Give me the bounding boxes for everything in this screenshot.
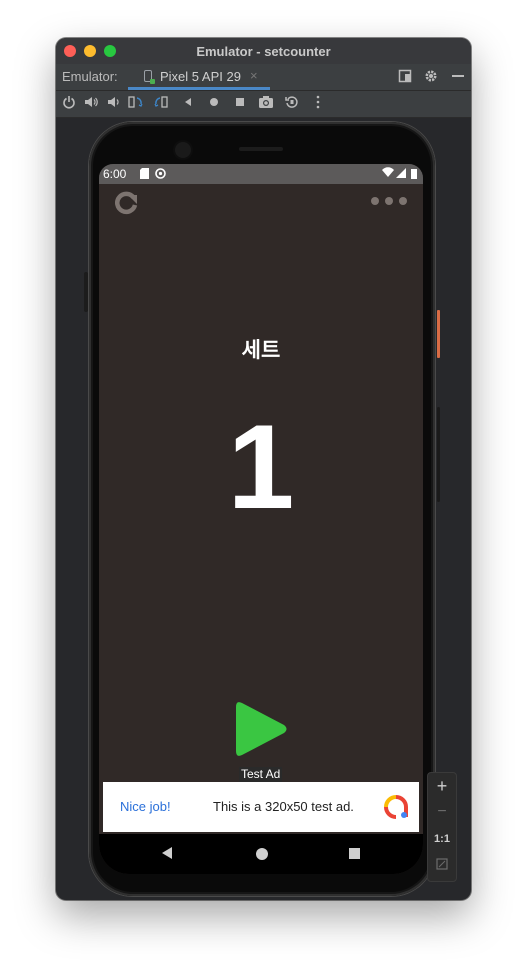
- more-dot-icon: [371, 197, 379, 205]
- window-mode-icon[interactable]: [398, 69, 412, 86]
- zoom-fit-icon[interactable]: [428, 857, 456, 875]
- zoom-in-button[interactable]: +: [428, 776, 456, 797]
- tab-bar: Emulator: Pixel 5 API 29 ×: [56, 64, 471, 91]
- volume-up-icon[interactable]: [82, 95, 100, 113]
- admob-logo-icon: [384, 795, 408, 819]
- hide-panel-icon[interactable]: [451, 69, 465, 86]
- side-rocker: [437, 407, 440, 502]
- earpiece-speaker: [239, 147, 283, 151]
- sync-icon: [155, 168, 166, 179]
- set-count[interactable]: 1: [99, 402, 423, 532]
- nav-recents-icon[interactable]: [349, 848, 360, 859]
- sd-card-icon: [139, 168, 149, 179]
- ad-cta[interactable]: Nice job!: [120, 799, 171, 814]
- emulator-label: Emulator:: [62, 69, 118, 84]
- refresh-icon: [115, 191, 138, 215]
- device-icon: [144, 70, 155, 84]
- overview-icon[interactable]: [231, 95, 249, 113]
- emulator-toolbar: [56, 91, 471, 118]
- emulator-window: Emulator - setcounter Emulator: Pixel 5 …: [56, 38, 471, 900]
- test-ad-tag: Test Ad: [239, 767, 283, 782]
- status-right-icons: [381, 167, 419, 182]
- title-bar: Emulator - setcounter: [56, 38, 471, 65]
- tab-label: Pixel 5 API 29: [160, 69, 241, 84]
- front-camera: [175, 142, 191, 158]
- phone-screen: 6:00 세트 1 Nice job! This is a 320x50 tes…: [99, 164, 423, 874]
- play-button[interactable]: [234, 699, 290, 759]
- back-icon[interactable]: [179, 95, 197, 113]
- zoom-controls: + − 1:1: [427, 772, 457, 882]
- more-icon[interactable]: [309, 95, 327, 113]
- power-icon[interactable]: [60, 95, 78, 113]
- status-bar: 6:00: [99, 164, 423, 184]
- nav-back-icon[interactable]: [161, 846, 173, 865]
- phone-frame: 6:00 세트 1 Nice job! This is a 320x50 tes…: [84, 122, 440, 896]
- more-dot-icon: [399, 197, 407, 205]
- navigation-bar: [99, 834, 423, 874]
- zoom-out-button[interactable]: −: [428, 803, 456, 821]
- screenshot-icon[interactable]: [257, 95, 275, 113]
- more-dot-icon: [385, 197, 393, 205]
- more-menu-button[interactable]: [371, 195, 409, 207]
- home-icon[interactable]: [205, 95, 223, 113]
- ad-banner[interactable]: Nice job! This is a 320x50 test ad.: [103, 782, 419, 832]
- tab-active-indicator: [128, 87, 270, 90]
- refresh-button[interactable]: [113, 189, 141, 217]
- ad-text: This is a 320x50 test ad.: [213, 799, 354, 814]
- rotate-right-icon[interactable]: [152, 95, 170, 113]
- status-time: 6:00: [103, 167, 127, 181]
- set-label: 세트: [241, 339, 281, 362]
- snapshot-icon[interactable]: [283, 95, 301, 113]
- ad-area: Nice job! This is a 320x50 test ad. Test…: [99, 767, 423, 832]
- rotate-left-icon[interactable]: [127, 95, 145, 113]
- tab-close-icon[interactable]: ×: [250, 68, 258, 83]
- volume-rocker: [84, 272, 88, 312]
- nav-home-icon[interactable]: [256, 848, 268, 860]
- window-title: Emulator - setcounter: [196, 44, 331, 59]
- play-icon: [236, 702, 287, 756]
- gear-icon[interactable]: [424, 69, 438, 86]
- tab-pixel5[interactable]: Pixel 5 API 29 ×: [128, 64, 270, 90]
- volume-down-icon[interactable]: [104, 95, 122, 113]
- power-button[interactable]: [437, 310, 440, 358]
- zoom-actual-size-button[interactable]: 1:1: [428, 833, 456, 845]
